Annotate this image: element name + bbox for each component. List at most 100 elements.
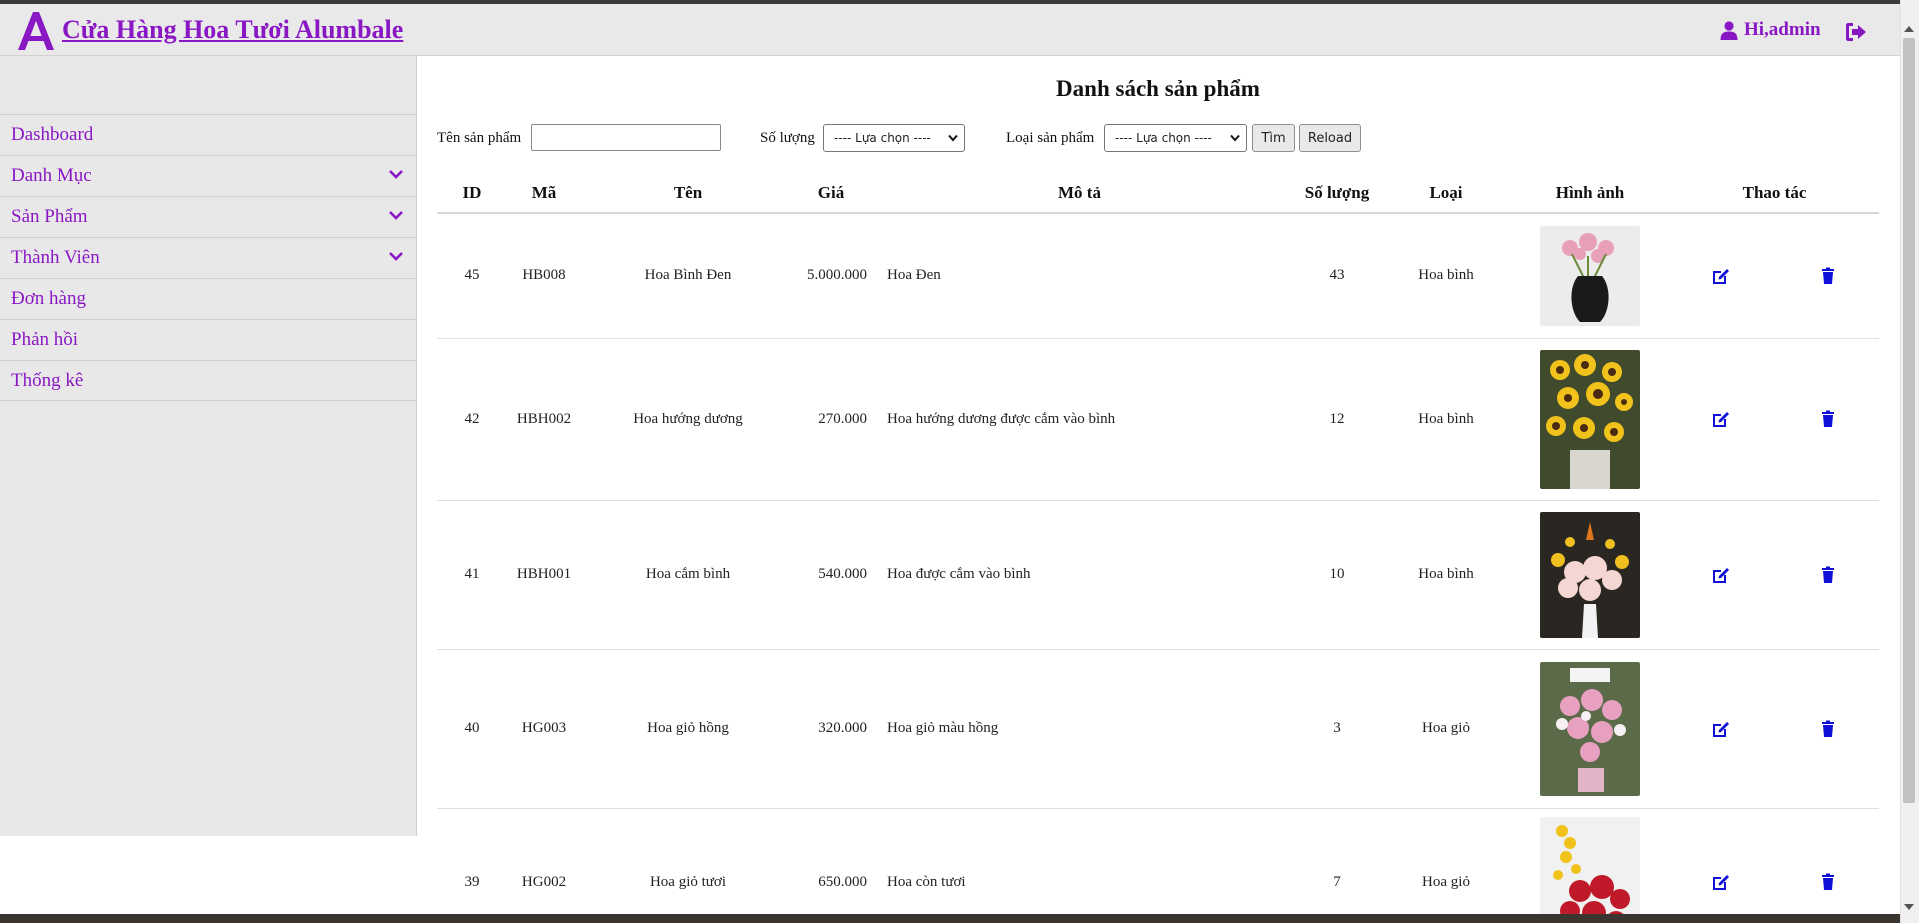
sign-out-icon[interactable] [1844,20,1868,44]
cell-type: Hoa bình [1382,213,1510,339]
cell-code: HG002 [507,808,581,923]
sidebar-item-thong-ke[interactable]: Thống kê [0,360,417,401]
column-header-description[interactable]: Mô tả [867,174,1292,214]
cell-image [1510,500,1670,650]
cell-price: 270.000 [795,338,867,501]
cell-description: Hoa hướng dương được cắm vào bình [867,338,1292,501]
chevron-down-icon [389,170,403,179]
cell-name: Hoa cắm bình [581,500,795,650]
cell-type: Hoa bình [1382,500,1510,650]
reload-button[interactable]: Reload [1299,124,1361,152]
search-button[interactable]: Tìm [1252,124,1295,152]
quantity-select-value: ---- Lựa chọn ---- [834,131,931,145]
sidebar-item-thanh-vien[interactable]: Thành Viên [0,237,417,278]
cell-actions [1670,338,1879,501]
sidebar-item-danh-muc[interactable]: Danh Mục [0,155,417,196]
chevron-down-icon [948,134,958,142]
column-header-name[interactable]: Tên [581,174,795,214]
cell-price: 540.000 [795,500,867,650]
cell-quantity: 12 [1292,338,1382,501]
cell-image [1510,213,1670,339]
cell-actions [1670,649,1879,809]
cell-image [1510,649,1670,809]
cell-quantity: 3 [1292,649,1382,809]
cell-name: Hoa Bình Đen [581,213,795,339]
cell-actions [1670,808,1879,923]
column-header-image[interactable]: Hình ảnh [1510,174,1670,214]
cell-code: HBH002 [507,338,581,501]
trash-icon[interactable] [1819,566,1837,584]
table-row: 41 HBH001 Hoa cắm bình 540.000 Hoa được … [437,500,1879,650]
product-image-black-vase[interactable] [1540,225,1640,326]
sidebar-item-phan-hoi[interactable]: Phản hồi [0,319,417,360]
filter-bar: Tên sản phẩm Số lượng ---- Lựa chọn ----… [437,124,1879,154]
edit-icon[interactable] [1712,720,1730,738]
cell-id: 45 [437,213,507,339]
table-row: 42 HBH002 Hoa hướng dương 270.000 Hoa hư… [437,338,1879,501]
product-image-red-yellow-basket[interactable] [1540,817,1640,923]
edit-icon[interactable] [1712,267,1730,285]
sidebar-item-label: Thống kê [11,369,84,391]
product-image-pink-basket[interactable] [1540,661,1640,796]
column-header-type[interactable]: Loại [1382,174,1510,214]
cell-description: Hoa còn tươi [867,808,1292,923]
cell-id: 41 [437,500,507,650]
table-row: 40 HG003 Hoa giỏ hồng 320.000 Hoa giỏ mà… [437,649,1879,809]
cell-code: HG003 [507,649,581,809]
cell-price: 320.000 [795,649,867,809]
sidebar-item-label: Sản Phẩm [11,206,88,227]
sidebar-item-dashboard[interactable]: Dashboard [0,114,417,155]
sidebar-item-label: Phản hồi [11,329,79,350]
cell-name: Hoa giỏ hồng [581,649,795,809]
product-name-input[interactable] [531,124,721,151]
trash-icon[interactable] [1819,720,1837,738]
cell-image [1510,808,1670,923]
cell-id: 40 [437,649,507,809]
cell-description: Hoa được cắm vào bình [867,500,1292,650]
logo-icon[interactable] [16,10,56,52]
product-type-select-value: ---- Lựa chọn ---- [1115,131,1212,145]
edit-icon[interactable] [1712,566,1730,584]
cell-id: 42 [437,338,507,501]
product-image-sunflowers[interactable] [1540,349,1640,489]
scroll-down-arrow[interactable] [1904,904,1914,910]
user-menu[interactable]: Hi,admin [1720,19,1821,41]
column-header-quantity[interactable]: Số lượng [1292,174,1382,214]
quantity-select[interactable]: ---- Lựa chọn ---- [823,124,965,152]
cell-name: Hoa hướng dương [581,338,795,501]
brand-link[interactable]: Cửa Hàng Hoa Tươi Alumbale [62,15,403,45]
cell-quantity: 7 [1292,808,1382,923]
column-header-price[interactable]: Giá [795,174,867,214]
scroll-up-arrow[interactable] [1904,26,1914,32]
product-type-select[interactable]: ---- Lựa chọn ---- [1104,124,1247,152]
edit-icon[interactable] [1712,410,1730,428]
user-greeting: Hi,admin [1744,19,1821,40]
column-header-code[interactable]: Mã [507,174,581,214]
cell-code: HBH001 [507,500,581,650]
column-header-actions: Thao tác [1670,174,1879,214]
cell-quantity: 43 [1292,213,1382,339]
cell-description: Hoa Đen [867,213,1292,339]
sidebar-item-don-hang[interactable]: Đơn hàng [0,278,417,319]
scrollbar-thumb[interactable] [1903,38,1915,803]
trash-icon[interactable] [1819,410,1837,428]
trash-icon[interactable] [1819,267,1837,285]
sidebar-item-label: Đơn hàng [11,288,86,309]
column-header-id[interactable]: ID [437,174,507,214]
cell-name: Hoa giỏ tươi [581,808,795,923]
chevron-down-icon [1230,134,1240,142]
edit-icon[interactable] [1712,873,1730,891]
trash-icon[interactable] [1819,873,1837,891]
user-icon [1720,20,1738,40]
table-row: 45 HB008 Hoa Bình Đen 5.000.000 Hoa Đen … [437,213,1879,339]
sidebar-item-label: Danh Mục [11,165,92,186]
cell-quantity: 10 [1292,500,1382,650]
product-image-arrangement[interactable] [1540,511,1640,638]
sidebar-item-san-pham[interactable]: Sản Phẩm [0,196,417,237]
top-header: Cửa Hàng Hoa Tươi Alumbale Hi,admin [0,4,1900,56]
product-type-label: Loại sản phẩm [1006,130,1095,146]
page-title: Danh sách sản phẩm [1056,76,1260,101]
table-row: 39 HG002 Hoa giỏ tươi 650.000 Hoa còn tư… [437,808,1879,923]
quantity-label: Số lượng [760,130,815,146]
sidebar-item-label: Thành Viên [11,247,100,268]
